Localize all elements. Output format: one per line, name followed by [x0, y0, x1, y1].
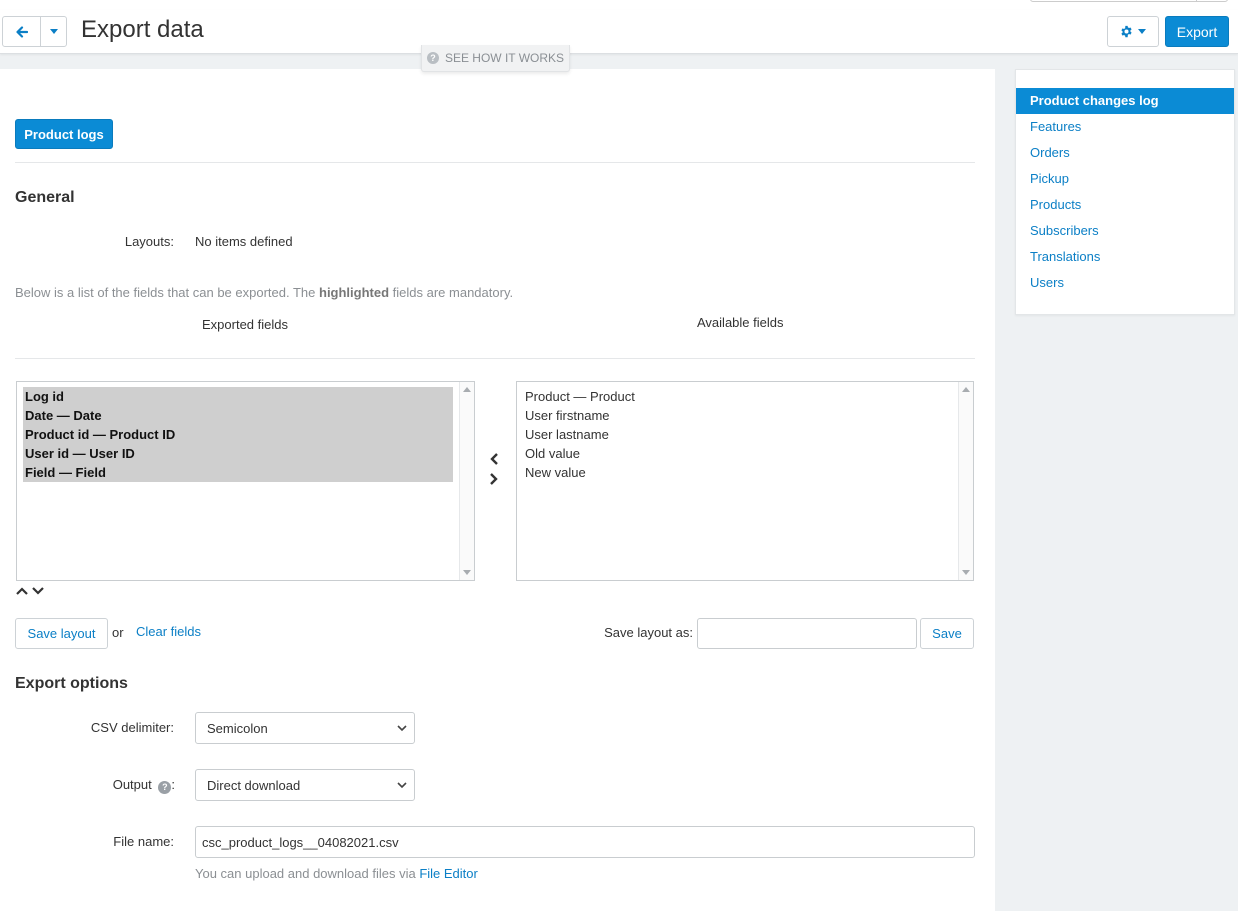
list-item[interactable]: User firstname: [523, 406, 953, 425]
chevron-left-icon: [490, 453, 498, 465]
settings-menu-button[interactable]: [1107, 16, 1159, 47]
layouts-value: No items defined: [195, 234, 293, 249]
sidebar-item-orders[interactable]: Orders: [1016, 140, 1234, 166]
list-item[interactable]: Log id: [23, 387, 453, 406]
chevron-down-icon[interactable]: [32, 586, 44, 596]
chevron-right-icon: [490, 473, 498, 485]
output-value: Direct download: [207, 777, 301, 793]
export-options-title: Export options: [15, 675, 128, 692]
csv-delimiter-select[interactable]: Semicolon: [195, 712, 415, 744]
sidebar-item-product-changes-log[interactable]: Product changes log: [1016, 88, 1234, 114]
clear-fields-link[interactable]: Clear fields: [136, 624, 201, 639]
list-item[interactable]: Product id — Product ID: [23, 425, 453, 444]
fields-note-after: fields are mandatory.: [389, 285, 514, 300]
tab-product-logs[interactable]: Product logs: [15, 119, 113, 149]
sidebar-item-products[interactable]: Products: [1016, 192, 1234, 218]
save-button[interactable]: Save: [920, 618, 974, 649]
available-fields-title: Available fields: [697, 315, 784, 330]
file-name-label: File name:: [113, 834, 174, 849]
list-item[interactable]: User lastname: [523, 425, 953, 444]
csv-delimiter-label: CSV delimiter:: [90, 720, 174, 735]
fields-note-bold: highlighted: [319, 285, 390, 300]
chevron-up-icon[interactable]: [16, 586, 28, 596]
help-icon[interactable]: ?: [158, 780, 172, 794]
search-input-partial[interactable]: [1030, 0, 1228, 2]
back-button[interactable]: [3, 17, 40, 46]
list-item[interactable]: Old value: [523, 444, 953, 463]
exported-fields-title: Exported fields: [202, 317, 288, 332]
question-icon: ?: [426, 52, 439, 64]
output-label-colon: :: [171, 777, 175, 792]
list-item[interactable]: User id — User ID: [23, 444, 453, 463]
main-content: Product logs General Layouts: No items d…: [0, 69, 995, 911]
caret-down-icon: [49, 29, 58, 34]
output-select[interactable]: Direct download: [195, 769, 415, 801]
top-strip: [0, 0, 1238, 10]
or-text: or: [112, 625, 124, 640]
save-layout-button[interactable]: Save layout: [15, 618, 108, 649]
divider: [15, 358, 975, 359]
gear-icon: [1121, 25, 1132, 38]
list-item[interactable]: New value: [523, 463, 953, 482]
chevron-down-icon: [397, 725, 407, 732]
export-button[interactable]: Export: [1165, 16, 1229, 47]
csv-delimiter-value: Semicolon: [207, 720, 268, 736]
move-right-button[interactable]: [489, 473, 499, 489]
available-fields-list[interactable]: Product — Product User firstname User last…: [516, 381, 974, 581]
fields-note: Below is a list of the fields that can b…: [15, 285, 513, 300]
scrollbar[interactable]: [459, 382, 474, 580]
save-layout-as-label: Save layout as:: [604, 625, 693, 640]
sidebar-item-subscribers[interactable]: Subscribers: [1016, 218, 1234, 244]
see-how-it-works-label: SEE HOW IT WORKS: [444, 51, 565, 65]
divider: [15, 162, 975, 163]
file-hint: You can upload and download files via Fi…: [195, 866, 478, 881]
sidebar-item-pickup[interactable]: Pickup: [1016, 166, 1234, 192]
back-dropdown-button[interactable]: [40, 17, 66, 46]
file-hint-text: You can upload and download files via: [195, 866, 420, 881]
reorder-controls: [16, 586, 44, 596]
sidebar-item-translations[interactable]: Translations: [1016, 244, 1234, 270]
back-button-group: [2, 16, 67, 47]
layouts-label: Layouts:: [124, 234, 174, 249]
list-item[interactable]: Product — Product: [523, 387, 953, 406]
arrow-left-icon: [15, 25, 28, 38]
exported-fields-list[interactable]: Log id Date — Date Product id — Product ID…: [16, 381, 475, 581]
fields-note-before: Below is a list of the fields that can b…: [15, 285, 319, 300]
caret-down-icon: [1138, 29, 1146, 34]
move-left-button[interactable]: [489, 453, 499, 469]
sidebar-item-users[interactable]: Users: [1016, 270, 1234, 296]
chevron-down-icon: [397, 782, 407, 789]
page-title: Export data: [81, 16, 204, 43]
output-label-text: Output: [112, 777, 152, 792]
scrollbar[interactable]: [958, 382, 973, 580]
sidebar-item-features[interactable]: Features: [1016, 114, 1234, 140]
sidebar: Product changes log Features Orders Pickup P…: [1015, 69, 1235, 315]
output-label: Output ?:: [40, 777, 175, 794]
see-how-it-works-button[interactable]: ? SEE HOW IT WORKS: [421, 45, 570, 72]
file-name-input[interactable]: csc_product_logs__04082021.csv: [195, 826, 975, 858]
list-item[interactable]: Field — Field: [23, 463, 453, 482]
page-header: Export data Export: [0, 10, 1238, 54]
file-editor-link[interactable]: File Editor: [419, 866, 478, 881]
list-item[interactable]: Date — Date: [23, 406, 453, 425]
general-section-title: General: [15, 189, 75, 206]
layout-name-input[interactable]: [697, 618, 917, 649]
